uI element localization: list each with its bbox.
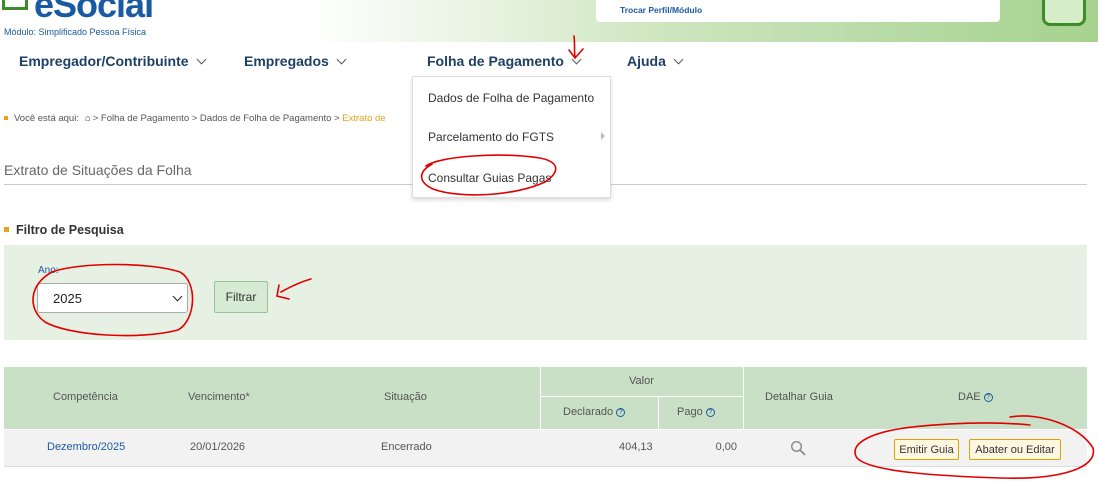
header-divider: [743, 367, 744, 429]
help-icon[interactable]: ?: [616, 408, 626, 417]
module-label: Módulo: Simplificado Pessoa Física: [4, 27, 147, 37]
nav-folha-pagamento[interactable]: Folha de Pagamento: [427, 53, 582, 69]
th-valor: Valor: [629, 375, 654, 387]
help-icon[interactable]: ?: [983, 393, 993, 402]
filter-button[interactable]: Filtrar: [214, 281, 268, 313]
cell-competencia[interactable]: Dezembro/2025: [47, 441, 125, 453]
header-divider: [658, 397, 659, 429]
th-situacao: Situação: [384, 391, 427, 403]
breadcrumb-current: Extrato de: [342, 113, 386, 124]
table-header: [4, 367, 1087, 429]
folha-dropdown-menu: Dados de Folha de Pagamento Parcelamento…: [412, 76, 611, 198]
chevron-down-icon: [673, 54, 684, 65]
breadcrumb-prefix: Você está aqui:: [14, 113, 79, 124]
cell-situacao: Encerrado: [381, 441, 432, 453]
esocial-logo[interactable]: eSocial: [34, 0, 154, 26]
chevron-down-icon: [571, 54, 582, 65]
chevron-down-icon: [336, 54, 347, 65]
th-pago: Pago?: [677, 406, 715, 418]
chevron-down-icon: [172, 291, 183, 302]
home-icon[interactable]: ⌂: [85, 113, 91, 124]
th-pago-text: Pago: [677, 406, 703, 418]
chevron-down-icon: [196, 54, 207, 65]
th-detalhar-guia: Detalhar Guia: [765, 391, 833, 403]
nav-label: Folha de Pagamento: [427, 53, 564, 69]
th-dae-text: DAE: [958, 391, 981, 403]
header-divider: [540, 396, 743, 397]
bullet-icon: [4, 227, 9, 232]
nav-label: Ajuda: [627, 53, 666, 69]
nav-empregador[interactable]: Empregador/Contribuinte: [19, 53, 207, 69]
main-nav: Empregador/Contribuinte Empregados Folha…: [0, 42, 1098, 78]
breadcrumb: Você está aqui: ⌂ > Folha de Pagamento > D…: [4, 113, 386, 124]
nav-label: Empregador/Contribuinte: [19, 53, 189, 69]
help-icon[interactable]: ?: [705, 408, 715, 417]
th-declarado-text: Declarado: [563, 406, 614, 418]
th-vencimento: Vencimento*: [188, 391, 250, 403]
th-competencia: Competência: [53, 391, 118, 403]
search-icon[interactable]: [790, 440, 806, 456]
cell-vencimento: 20/01/2026: [190, 441, 246, 453]
menu-item-dados-folha[interactable]: Dados de Folha de Pagamento: [428, 91, 594, 105]
header-corner-box: [1042, 0, 1086, 26]
filter-section-title: Filtro de Pesquisa: [4, 223, 124, 237]
emitir-guia-button[interactable]: Emitir Guia: [894, 439, 959, 460]
header-divider: [540, 367, 541, 429]
submenu-arrow-icon: [601, 132, 605, 140]
th-dae: DAE?: [958, 391, 993, 403]
page-title: Extrato de Situações da Folha: [4, 162, 192, 178]
ano-selected-value: 2025: [53, 291, 82, 306]
change-profile-link[interactable]: Trocar Perfil/Módulo: [620, 5, 702, 15]
menu-item-parcelamento-fgts[interactable]: Parcelamento do FGTS: [428, 130, 554, 144]
nav-label: Empregados: [244, 53, 329, 69]
nav-ajuda[interactable]: Ajuda: [627, 53, 684, 69]
ano-select[interactable]: 2025: [37, 283, 188, 313]
logo-mark: [2, 0, 28, 10]
th-declarado: Declarado?: [563, 406, 626, 418]
menu-item-consultar-guias[interactable]: Consultar Guias Pagas: [428, 171, 551, 185]
breadcrumb-path[interactable]: > Folha de Pagamento > Dados de Folha de…: [93, 113, 340, 124]
filter-title-text: Filtro de Pesquisa: [16, 223, 124, 237]
abater-editar-button[interactable]: Abater ou Editar: [969, 439, 1061, 460]
ano-label: Ano:: [38, 265, 59, 276]
profile-panel: Trocar Perfil/Módulo: [596, 0, 1000, 22]
cell-pago: 0,00: [715, 441, 737, 453]
nav-empregados[interactable]: Empregados: [244, 53, 347, 69]
cell-declarado: 404,13: [619, 441, 653, 453]
site-header: eSocial Módulo: Simplificado Pessoa Físi…: [0, 0, 1098, 42]
bullet-icon: [4, 116, 8, 120]
